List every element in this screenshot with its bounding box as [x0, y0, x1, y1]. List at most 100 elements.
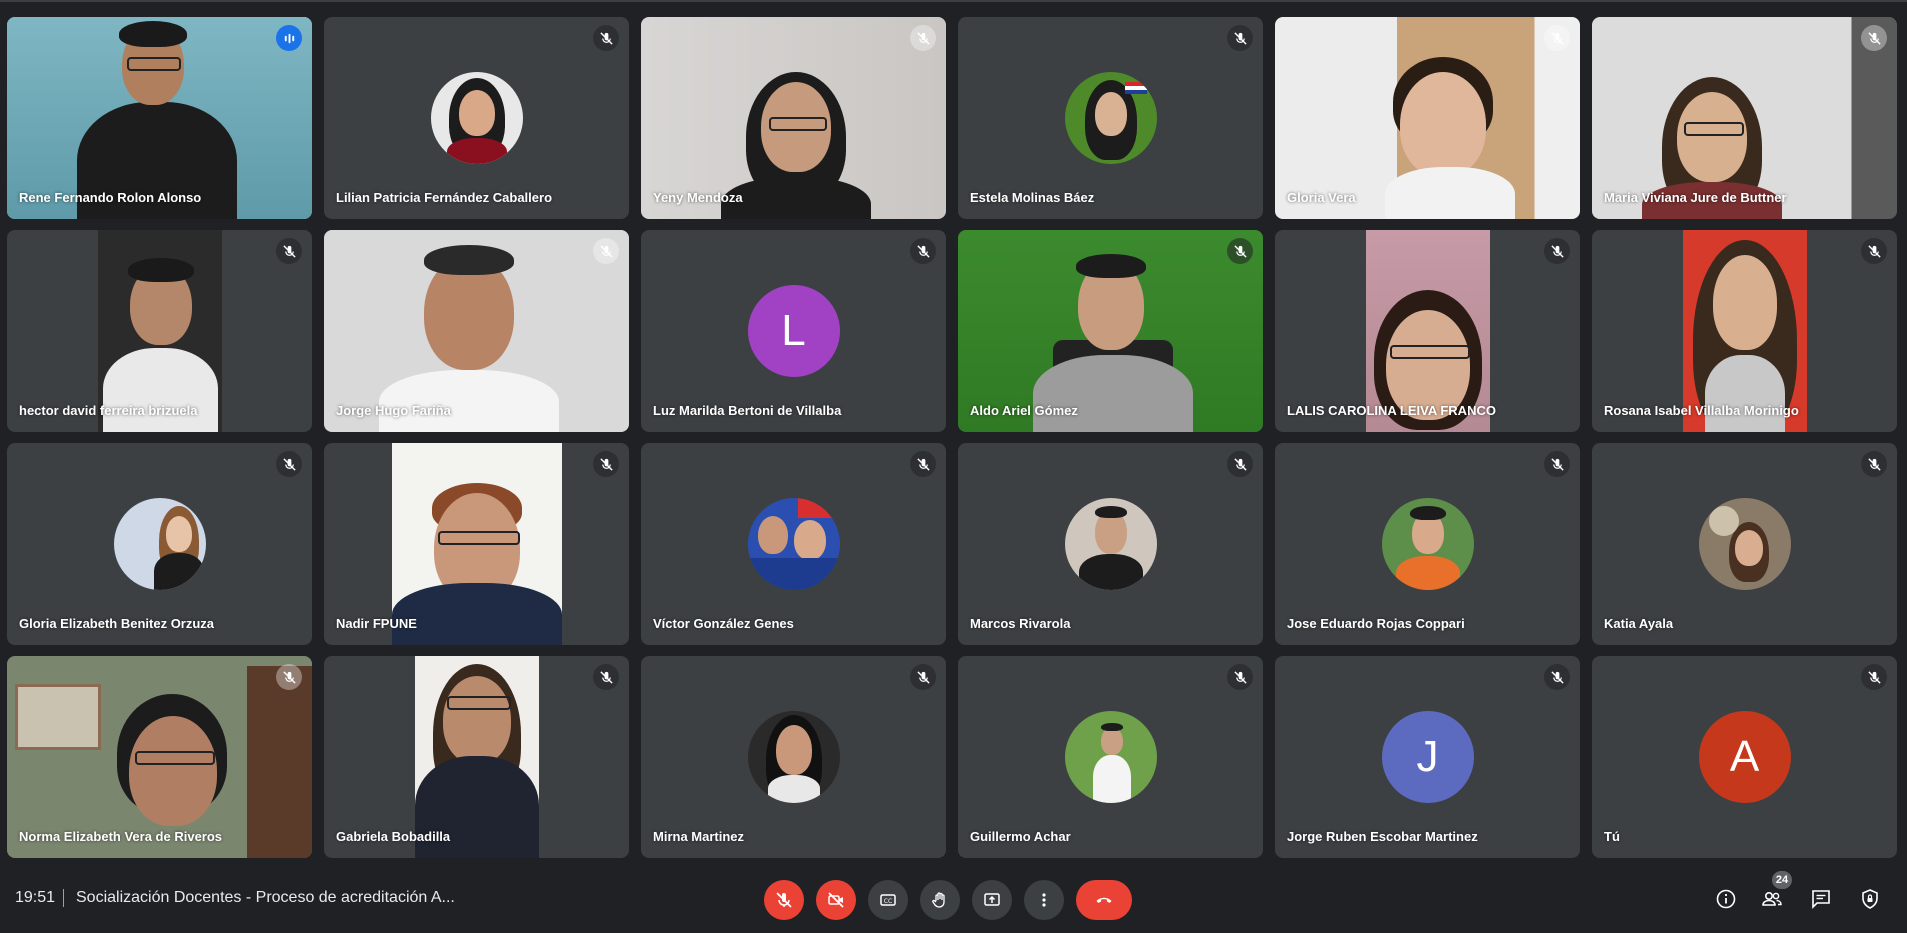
participant-video	[1275, 17, 1580, 219]
participant-avatar	[747, 711, 840, 803]
participant-tile[interactable]: Gabriela Bobadilla	[324, 656, 629, 858]
raise-hand-button[interactable]	[920, 880, 960, 920]
participant-name: Gloria Vera	[1287, 190, 1356, 205]
participant-tile[interactable]: Estela Molinas Báez	[958, 17, 1263, 219]
participant-video	[1682, 230, 1807, 432]
hang-up-icon	[1096, 897, 1112, 903]
participant-name: Nadir FPUNE	[336, 616, 417, 631]
host-controls-button[interactable]	[1857, 886, 1883, 912]
svg-text:CC: CC	[884, 898, 892, 905]
mic-off-icon	[1544, 238, 1570, 264]
participant-video	[641, 17, 946, 219]
participant-tile[interactable]: Rosana Isabel Villalba Morinigo	[1592, 230, 1897, 432]
participant-tile[interactable]: Yeny Mendoza	[641, 17, 946, 219]
participant-name: Rosana Isabel Villalba Morinigo	[1604, 403, 1799, 418]
meeting-info-button[interactable]	[1713, 886, 1739, 912]
camera-toggle-button[interactable]	[816, 880, 856, 920]
mic-off-icon	[1861, 238, 1887, 264]
participant-video	[1592, 17, 1897, 219]
participant-video	[414, 656, 539, 858]
participant-tile[interactable]: Marcos Rivarola	[958, 443, 1263, 645]
participant-name: Jorge Ruben Escobar Martinez	[1287, 829, 1478, 844]
participant-tile[interactable]: A Tú	[1592, 656, 1897, 858]
present-screen-icon	[984, 893, 1000, 906]
participant-avatar	[1064, 72, 1157, 164]
control-bar: 19:51 Socialización Docentes - Proceso d…	[0, 871, 1907, 933]
shield-lock-icon	[1862, 889, 1878, 909]
participants-button[interactable]	[1759, 886, 1785, 912]
mic-off-icon	[593, 451, 619, 477]
participant-tile[interactable]: Maria Viviana Jure de Buttner	[1592, 17, 1897, 219]
participant-tile[interactable]: Katia Ayala	[1592, 443, 1897, 645]
participant-name: Víctor González Genes	[653, 616, 794, 631]
speaking-indicator-icon	[276, 25, 302, 51]
participant-name: Estela Molinas Báez	[970, 190, 1095, 205]
participant-name: Rene Fernando Rolon Alonso	[19, 190, 202, 205]
participant-video	[7, 17, 312, 219]
participant-tile[interactable]: hector david ferreira brizuela	[7, 230, 312, 432]
participant-count-badge: 24	[1772, 871, 1792, 889]
participant-avatar	[430, 72, 523, 164]
participant-video	[324, 230, 629, 432]
mic-off-icon	[1227, 451, 1253, 477]
participant-tile[interactable]: J Jorge Ruben Escobar Martinez	[1275, 656, 1580, 858]
participant-tile[interactable]: Jose Eduardo Rojas Coppari	[1275, 443, 1580, 645]
mic-toggle-button[interactable]	[764, 880, 804, 920]
participant-tile[interactable]: Jorge Hugo Fariña	[324, 230, 629, 432]
participant-name: Maria Viviana Jure de Buttner	[1604, 190, 1787, 205]
info-icon	[1716, 889, 1736, 909]
participant-tile[interactable]: Guillermo Achar	[958, 656, 1263, 858]
chat-button[interactable]	[1808, 886, 1834, 912]
participant-tile[interactable]: Mirna Martinez	[641, 656, 946, 858]
participant-avatar	[1064, 711, 1157, 803]
top-divider	[0, 0, 1907, 2]
people-icon	[1762, 892, 1782, 906]
mic-off-icon	[593, 25, 619, 51]
participant-avatar	[1698, 498, 1791, 590]
participant-name: hector david ferreira brizuela	[19, 403, 198, 418]
present-button[interactable]	[972, 880, 1012, 920]
mic-off-icon	[276, 238, 302, 264]
mic-off-icon	[1544, 25, 1570, 51]
participant-tile[interactable]: Víctor González Genes	[641, 443, 946, 645]
participant-letter-avatar: J	[1381, 711, 1474, 803]
captions-button[interactable]: CC	[868, 880, 908, 920]
mic-off-icon	[276, 664, 302, 690]
mic-off-icon	[593, 664, 619, 690]
participant-letter-avatar: L	[747, 285, 840, 377]
participant-avatar	[747, 498, 840, 590]
participant-tile[interactable]: Gloria Elizabeth Benitez Orzuza	[7, 443, 312, 645]
participant-name: Tú	[1604, 829, 1620, 844]
participant-name: Jorge Hugo Fariña	[336, 403, 451, 418]
participant-name: Yeny Mendoza	[653, 190, 743, 205]
participant-name: Katia Ayala	[1604, 616, 1674, 631]
participant-tile[interactable]: Lilian Patricia Fernández Caballero	[324, 17, 629, 219]
participant-name: Mirna Martinez	[653, 829, 745, 844]
participant-tile[interactable]: Nadir FPUNE	[324, 443, 629, 645]
mic-off-icon	[593, 238, 619, 264]
participant-tile[interactable]: Gloria Vera	[1275, 17, 1580, 219]
meeting-clock: 19:51	[15, 889, 56, 906]
participant-tile[interactable]: L Luz Marilda Bertoni de Villalba	[641, 230, 946, 432]
participant-tile[interactable]: Norma Elizabeth Vera de Riveros	[7, 656, 312, 858]
mic-off-icon	[1544, 664, 1570, 690]
participant-tile[interactable]: LALIS CAROLINA LEIVA FRANCO	[1275, 230, 1580, 432]
divider	[63, 889, 64, 907]
mic-off-icon	[910, 25, 936, 51]
closed-captions-icon: CC	[880, 894, 896, 906]
more-options-button[interactable]	[1024, 880, 1064, 920]
participant-name: Jose Eduardo Rojas Coppari	[1287, 616, 1465, 631]
hang-up-button[interactable]	[1076, 880, 1132, 920]
participant-name: Norma Elizabeth Vera de Riveros	[19, 829, 223, 844]
participant-tile[interactable]: Rene Fernando Rolon Alonso	[7, 17, 312, 219]
participant-name: Luz Marilda Bertoni de Villalba	[653, 403, 842, 418]
participant-avatar	[113, 498, 206, 590]
mic-off-icon	[1227, 664, 1253, 690]
mic-off-icon	[1227, 25, 1253, 51]
participant-grid: Rene Fernando Rolon Alonso Lilian Patric…	[7, 17, 1897, 858]
participant-tile[interactable]: Aldo Ariel Gómez	[958, 230, 1263, 432]
mic-off-icon	[1227, 238, 1253, 264]
meeting-title[interactable]: Socialización Docentes - Proceso de acre…	[76, 889, 455, 907]
mic-off-icon	[1861, 664, 1887, 690]
mic-off-icon	[910, 664, 936, 690]
